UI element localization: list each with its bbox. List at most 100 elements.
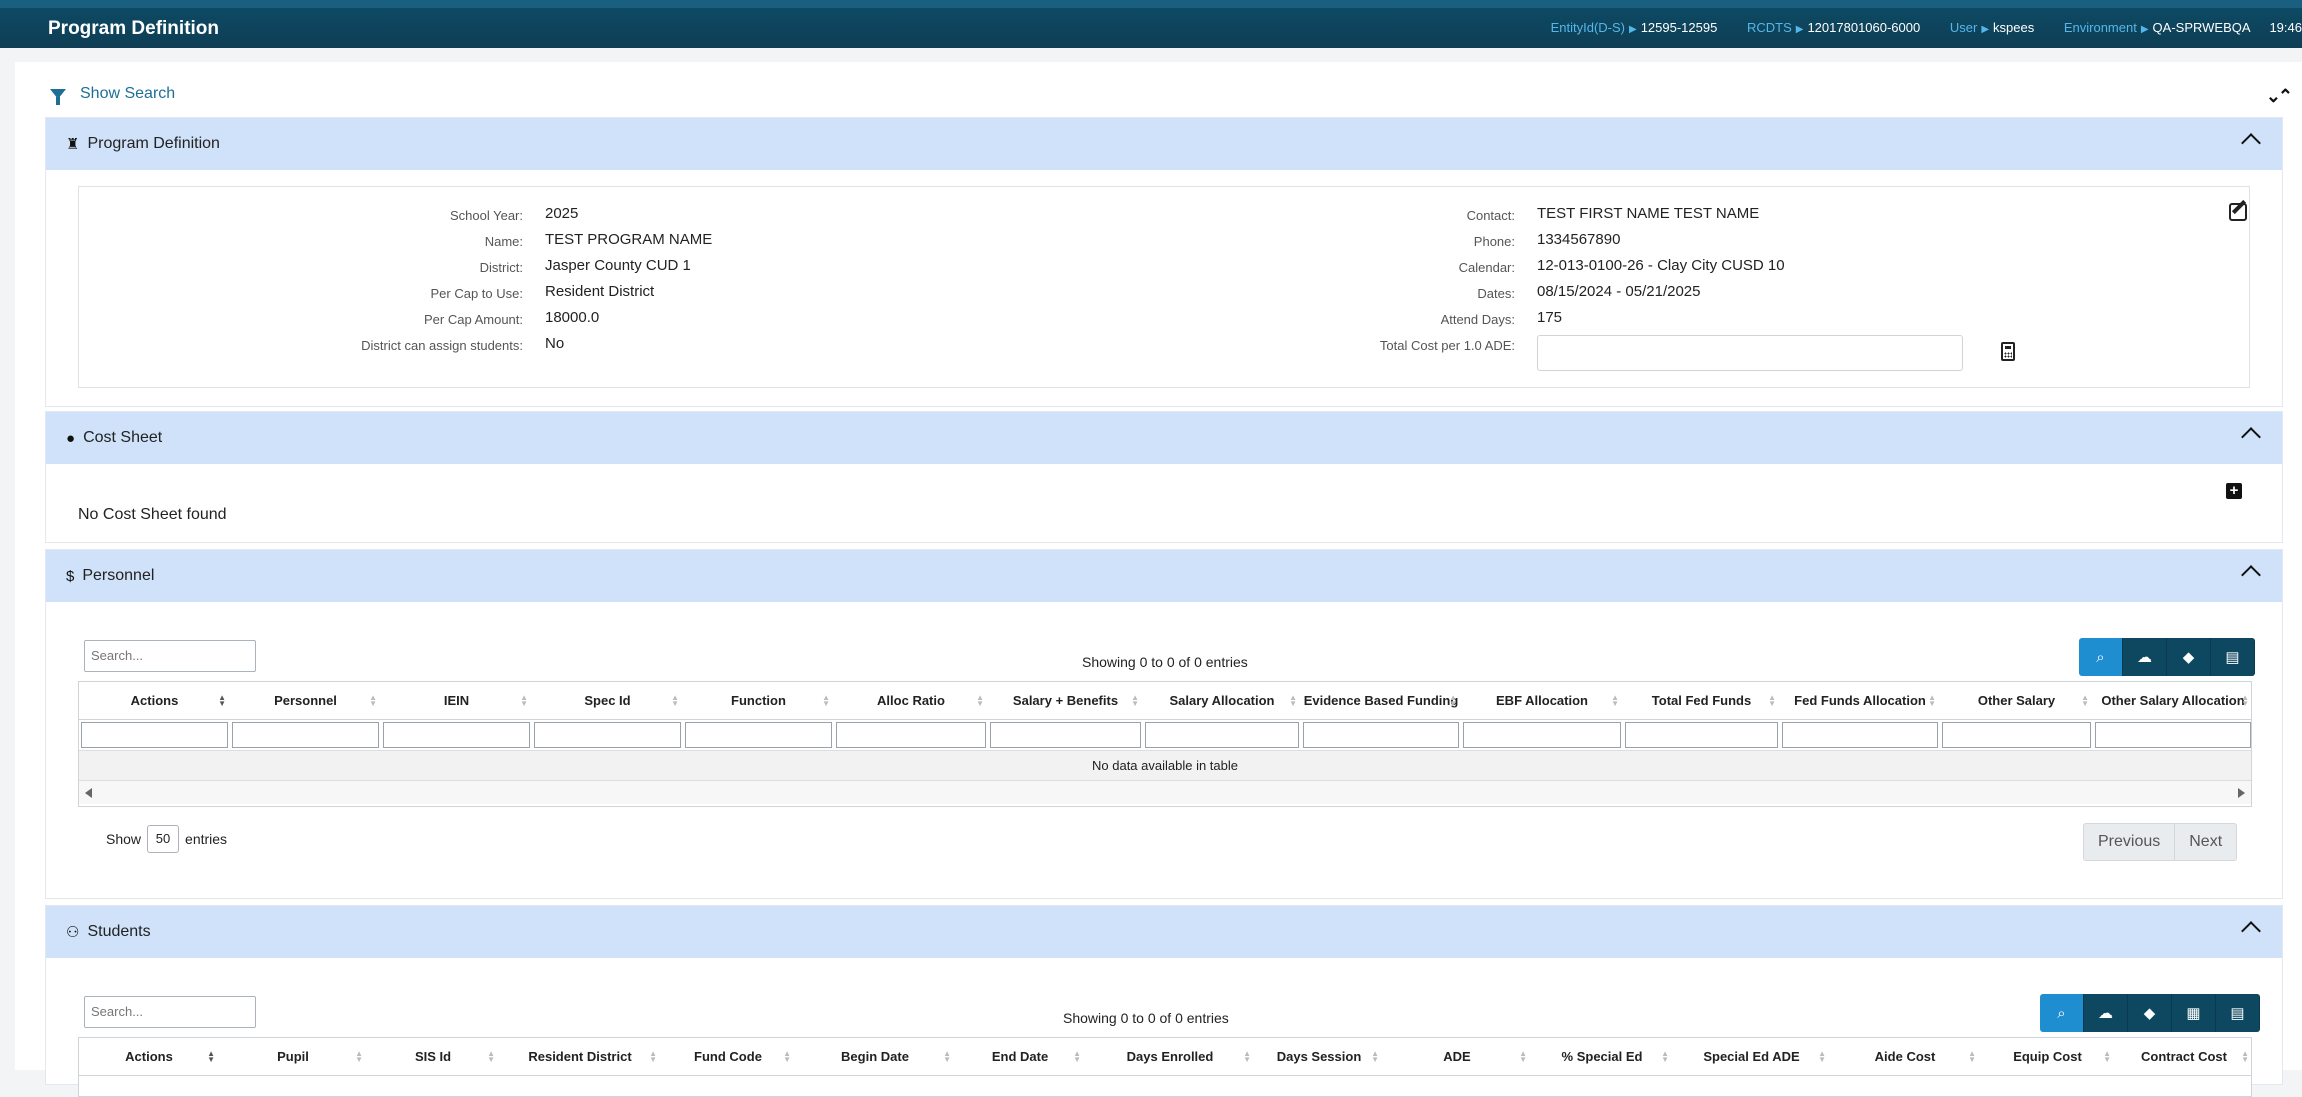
column-header[interactable]: Salary + Benefits ▲ ▼ — [988, 682, 1143, 719]
sort-icon[interactable]: ▲ ▼ — [207, 1050, 215, 1064]
sort-icon[interactable]: ▲ ▼ — [487, 1050, 495, 1064]
search-icon[interactable]: ⌕ — [2079, 638, 2123, 676]
column-header[interactable]: Evidence Based Funding ▲ ▼ — [1301, 682, 1461, 719]
column-filter-input[interactable] — [81, 722, 228, 748]
sort-icon[interactable]: ▲ ▼ — [218, 694, 226, 708]
personnel-header[interactable]: $ Personnel — [46, 550, 2282, 602]
contact-card-icon[interactable]: ▤ — [2211, 638, 2255, 676]
edit-icon[interactable] — [2229, 203, 2247, 221]
sort-icon[interactable]: ▲ ▼ — [369, 694, 377, 708]
column-header[interactable]: Aide Cost ▲ ▼ — [1830, 1038, 1980, 1075]
column-header[interactable]: Resident District ▲ ▼ — [499, 1038, 661, 1075]
column-filter-input[interactable] — [685, 722, 832, 748]
program-definition-header[interactable]: ♜ Program Definition — [46, 118, 2282, 170]
column-header[interactable]: % Special Ed ▲ ▼ — [1531, 1038, 1673, 1075]
chevron-up-icon[interactable] — [2241, 133, 2261, 153]
column-header[interactable]: Pupil ▲ ▼ — [219, 1038, 367, 1075]
show-search-toggle[interactable]: Show Search — [50, 85, 175, 105]
search-icon[interactable]: ⌕ — [2040, 994, 2084, 1032]
sort-icon[interactable]: ▲ ▼ — [1519, 1050, 1527, 1064]
eraser-icon[interactable]: ◆ — [2128, 994, 2172, 1032]
column-filter-input[interactable] — [1625, 722, 1778, 748]
sort-icon[interactable]: ▲ ▼ — [2081, 694, 2089, 708]
sort-icon[interactable]: ▲ ▼ — [1243, 1050, 1251, 1064]
page-length-select[interactable]: 50 — [147, 825, 180, 853]
column-filter-input[interactable] — [534, 722, 681, 748]
column-header[interactable]: Special Ed ADE ▲ ▼ — [1673, 1038, 1830, 1075]
add-cost-sheet-icon[interactable]: + — [2226, 483, 2242, 499]
sort-icon[interactable]: ▲ ▼ — [822, 694, 830, 708]
previous-button[interactable]: Previous — [2083, 823, 2176, 861]
sort-icon[interactable]: ▲ ▼ — [1928, 694, 1936, 708]
column-filter-input[interactable] — [1145, 722, 1299, 748]
column-filter-input[interactable] — [232, 722, 379, 748]
scroll-right-icon[interactable] — [2238, 788, 2245, 798]
sort-icon[interactable]: ▲ ▼ — [1449, 694, 1457, 708]
sort-icon[interactable]: ▲ ▼ — [1818, 1050, 1826, 1064]
horizontal-scrollbar[interactable] — [79, 780, 2251, 804]
students-header[interactable]: ⚇ Students — [46, 906, 2282, 958]
column-header[interactable]: Days Enrolled ▲ ▼ — [1085, 1038, 1255, 1075]
column-header[interactable]: End Date ▲ ▼ — [955, 1038, 1085, 1075]
sort-icon[interactable]: ▲ ▼ — [520, 694, 528, 708]
column-header[interactable]: Function ▲ ▼ — [683, 682, 834, 719]
sort-icon[interactable]: ▲ ▼ — [2241, 694, 2249, 708]
column-filter-input[interactable] — [1303, 722, 1459, 748]
scroll-left-icon[interactable] — [85, 788, 92, 798]
chevron-up-icon[interactable] — [2241, 427, 2261, 447]
cost-sheet-header[interactable]: ● Cost Sheet — [46, 412, 2282, 464]
column-header[interactable]: Total Fed Funds ▲ ▼ — [1623, 682, 1780, 719]
column-header[interactable]: Personnel ▲ ▼ — [230, 682, 381, 719]
eraser-icon[interactable]: ◆ — [2167, 638, 2211, 676]
next-button[interactable]: Next — [2175, 823, 2238, 861]
sort-icon[interactable]: ▲ ▼ — [976, 694, 984, 708]
cloud-download-icon[interactable]: ☁ — [2123, 638, 2167, 676]
column-header[interactable]: Equip Cost ▲ ▼ — [1980, 1038, 2115, 1075]
column-header[interactable]: EBF Allocation ▲ ▼ — [1461, 682, 1623, 719]
column-header[interactable]: Spec Id ▲ ▼ — [532, 682, 683, 719]
column-header[interactable]: ADE ▲ ▼ — [1383, 1038, 1531, 1075]
column-header[interactable]: Other Salary Allocation ▲ ▼ — [2093, 682, 2251, 719]
chevron-up-icon[interactable] — [2241, 565, 2261, 585]
column-header[interactable]: Actions ▲ ▼ — [79, 682, 230, 719]
sort-icon[interactable]: ▲ ▼ — [1371, 1050, 1379, 1064]
sort-icon[interactable]: ▲ ▼ — [1661, 1050, 1669, 1064]
column-header[interactable]: Begin Date ▲ ▼ — [795, 1038, 955, 1075]
sort-icon[interactable]: ▲ ▼ — [1968, 1050, 1976, 1064]
sort-icon[interactable]: ▲ ▼ — [783, 1050, 791, 1064]
personnel-search-input[interactable]: Search... — [84, 640, 256, 672]
column-header[interactable]: Fund Code ▲ ▼ — [661, 1038, 795, 1075]
column-header[interactable]: Fed Funds Allocation ▲ ▼ — [1780, 682, 1940, 719]
sort-icon[interactable]: ▲ ▼ — [1611, 694, 1619, 708]
contact-card-icon[interactable]: ▤ — [2216, 994, 2260, 1032]
column-header[interactable]: IEIN ▲ ▼ — [381, 682, 532, 719]
chevron-up-icon[interactable] — [2241, 921, 2261, 941]
sort-icon[interactable]: ▲ ▼ — [1131, 694, 1139, 708]
column-header[interactable]: Days Session ▲ ▼ — [1255, 1038, 1383, 1075]
column-filter-input[interactable] — [1942, 722, 2091, 748]
column-filter-input[interactable] — [2095, 722, 2251, 748]
calculator-icon[interactable] — [2001, 342, 2015, 361]
students-search-input[interactable]: Search... — [84, 996, 256, 1028]
sort-icon[interactable]: ▲ ▼ — [355, 1050, 363, 1064]
sort-icon[interactable]: ▲ ▼ — [671, 694, 679, 708]
column-filter-input[interactable] — [1782, 722, 1938, 748]
column-header[interactable]: Other Salary ▲ ▼ — [1940, 682, 2093, 719]
sort-icon[interactable]: ▲ ▼ — [1289, 694, 1297, 708]
sort-icon[interactable]: ▲ ▼ — [1768, 694, 1776, 708]
calendar-icon[interactable]: ▦ — [2172, 994, 2216, 1032]
column-filter-input[interactable] — [990, 722, 1141, 748]
sort-icon[interactable]: ▲ ▼ — [1073, 1050, 1081, 1064]
column-filter-input[interactable] — [836, 722, 986, 748]
column-filter-input[interactable] — [383, 722, 530, 748]
column-header[interactable]: Contract Cost ▲ ▼ — [2115, 1038, 2251, 1075]
sort-icon[interactable]: ▲ ▼ — [2241, 1050, 2249, 1064]
sort-icon[interactable]: ▲ ▼ — [649, 1050, 657, 1064]
total-cost-input[interactable] — [1537, 335, 1963, 371]
sort-icon[interactable]: ▲ ▼ — [943, 1050, 951, 1064]
column-header[interactable]: Alloc Ratio ▲ ▼ — [834, 682, 988, 719]
column-header[interactable]: Salary Allocation ▲ ▼ — [1143, 682, 1301, 719]
cloud-download-icon[interactable]: ☁ — [2084, 994, 2128, 1032]
column-header[interactable]: Actions ▲ ▼ — [79, 1038, 219, 1075]
collapse-all-icon[interactable]: ⌄⌃ — [2266, 86, 2293, 107]
